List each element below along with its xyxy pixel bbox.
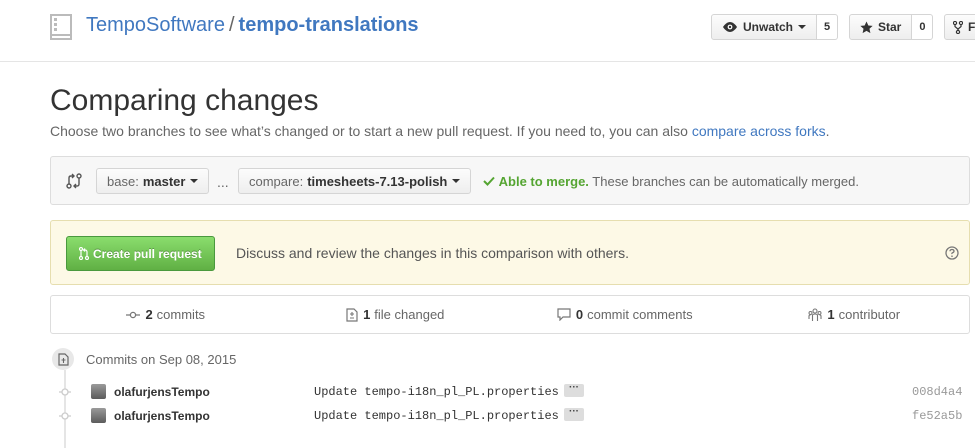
merge-status: Able to merge. These branches can be aut… bbox=[483, 174, 859, 189]
commit-author[interactable]: olafurjensTempo bbox=[114, 409, 210, 423]
base-prefix: base: bbox=[107, 173, 139, 189]
commits-summary[interactable]: 2 commits bbox=[51, 296, 281, 333]
check-icon bbox=[483, 176, 495, 186]
comments-summary[interactable]: 0 commit comments bbox=[510, 296, 740, 333]
files-summary[interactable]: 1 file changed bbox=[281, 296, 511, 333]
contributors-label: contributor bbox=[838, 307, 901, 322]
question-icon[interactable] bbox=[945, 246, 959, 260]
star-label: Star bbox=[878, 20, 902, 34]
commit-row[interactable]: olafurjensTempo Update tempo-i18n_pl_PL.… bbox=[55, 406, 975, 426]
create-pull-request-label: Create pull request bbox=[93, 246, 202, 261]
compare-branch-name: timesheets-7.13-polish bbox=[307, 173, 448, 189]
compare-branch-select[interactable]: compare: timesheets-7.13-polish bbox=[238, 168, 472, 194]
comment-icon bbox=[557, 308, 571, 321]
git-commit-file-icon bbox=[57, 352, 69, 366]
base-branch-name: master bbox=[142, 173, 186, 189]
star-count[interactable]: 0 bbox=[912, 14, 934, 40]
page-title: Comparing changes bbox=[50, 84, 319, 117]
subtitle-end: . bbox=[825, 123, 830, 139]
base-branch-select[interactable]: base: master bbox=[96, 168, 210, 194]
watch-group: Unwatch 5 bbox=[711, 14, 839, 40]
range-dots: ... bbox=[217, 174, 229, 190]
compare-prefix: compare: bbox=[249, 173, 304, 189]
fork-icon bbox=[953, 20, 963, 34]
eye-icon bbox=[723, 22, 737, 32]
fork-group: F bbox=[944, 14, 975, 40]
files-label: file changed bbox=[374, 307, 445, 322]
avatar[interactable] bbox=[91, 408, 106, 423]
star-button[interactable]: Star bbox=[849, 14, 913, 40]
page-subtitle: Choose two branches to see what’s change… bbox=[50, 123, 830, 139]
repo-header: TempoSoftware / tempo-translations Unwatch… bbox=[0, 0, 975, 62]
pull-request-icon bbox=[79, 247, 89, 260]
repo-name-link[interactable]: tempo-translations bbox=[239, 14, 419, 36]
commit-author[interactable]: olafurjensTempo bbox=[114, 385, 210, 399]
star-group: Star 0 bbox=[849, 14, 934, 40]
commit-group-icon bbox=[52, 348, 74, 370]
expand-message-button[interactable]: ··· bbox=[564, 383, 584, 397]
contributors-count: 1 bbox=[827, 307, 835, 322]
chevron-down-icon bbox=[452, 179, 461, 183]
range-editor: base: master ... compare: timesheets-7.13-… bbox=[50, 156, 970, 205]
comparison-summary: 2 commits 1 file changed 0 commit comments … bbox=[50, 295, 970, 334]
commit-message[interactable]: Update tempo-i18n_pl_PL.properties bbox=[314, 385, 559, 399]
contributors-summary[interactable]: 1 contributor bbox=[740, 296, 970, 333]
file-diff-icon bbox=[346, 307, 358, 322]
commit-icon bbox=[126, 311, 141, 318]
comments-count: 0 bbox=[575, 307, 584, 322]
unwatch-label: Unwatch bbox=[743, 20, 794, 34]
comments-label: commit comments bbox=[587, 307, 693, 322]
watch-count[interactable]: 5 bbox=[817, 14, 839, 40]
git-compare-icon[interactable] bbox=[66, 172, 82, 190]
commit-message[interactable]: Update tempo-i18n_pl_PL.properties bbox=[314, 409, 559, 423]
repo-separator: / bbox=[228, 14, 235, 36]
star-icon bbox=[860, 20, 873, 33]
files-count: 1 bbox=[363, 307, 371, 322]
subtitle-text: Choose two branches to see what’s change… bbox=[50, 123, 692, 139]
unwatch-button[interactable]: Unwatch bbox=[711, 14, 818, 40]
commit-row[interactable]: olafurjensTempo Update tempo-i18n_pl_PL.… bbox=[55, 382, 975, 402]
commits-count: 2 bbox=[145, 307, 153, 322]
commit-sha[interactable]: fe52a5b bbox=[912, 409, 962, 423]
commit-sha[interactable]: 008d4a4 bbox=[912, 385, 962, 399]
chevron-down-icon bbox=[798, 25, 807, 29]
commits-label: commits bbox=[156, 307, 206, 322]
merge-text: These branches can be automatically merg… bbox=[588, 174, 859, 189]
commit-dot-icon bbox=[59, 412, 71, 420]
chevron-down-icon bbox=[190, 179, 199, 183]
compare-forks-link[interactable]: compare across forks bbox=[692, 123, 826, 139]
fork-label: F bbox=[968, 20, 975, 34]
commit-dot-icon bbox=[59, 388, 71, 396]
avatar[interactable] bbox=[91, 384, 106, 399]
organization-icon bbox=[808, 307, 822, 321]
commit-group-title: Commits on Sep 08, 2015 bbox=[86, 351, 237, 367]
merge-ok-label: Able to merge. bbox=[498, 174, 589, 189]
repo-icon bbox=[50, 14, 72, 40]
compose-flash: Create pull request Discuss and review t… bbox=[50, 220, 970, 285]
commit-group-header: Commits on Sep 08, 2015 bbox=[52, 348, 236, 370]
expand-message-button[interactable]: ··· bbox=[564, 407, 584, 421]
repo-title: TempoSoftware / tempo-translations bbox=[86, 14, 419, 37]
fork-button[interactable]: F bbox=[944, 14, 975, 40]
create-pull-request-button[interactable]: Create pull request bbox=[66, 236, 215, 271]
repo-owner-link[interactable]: TempoSoftware bbox=[86, 14, 225, 36]
compose-text: Discuss and review the changes in this c… bbox=[236, 245, 629, 261]
